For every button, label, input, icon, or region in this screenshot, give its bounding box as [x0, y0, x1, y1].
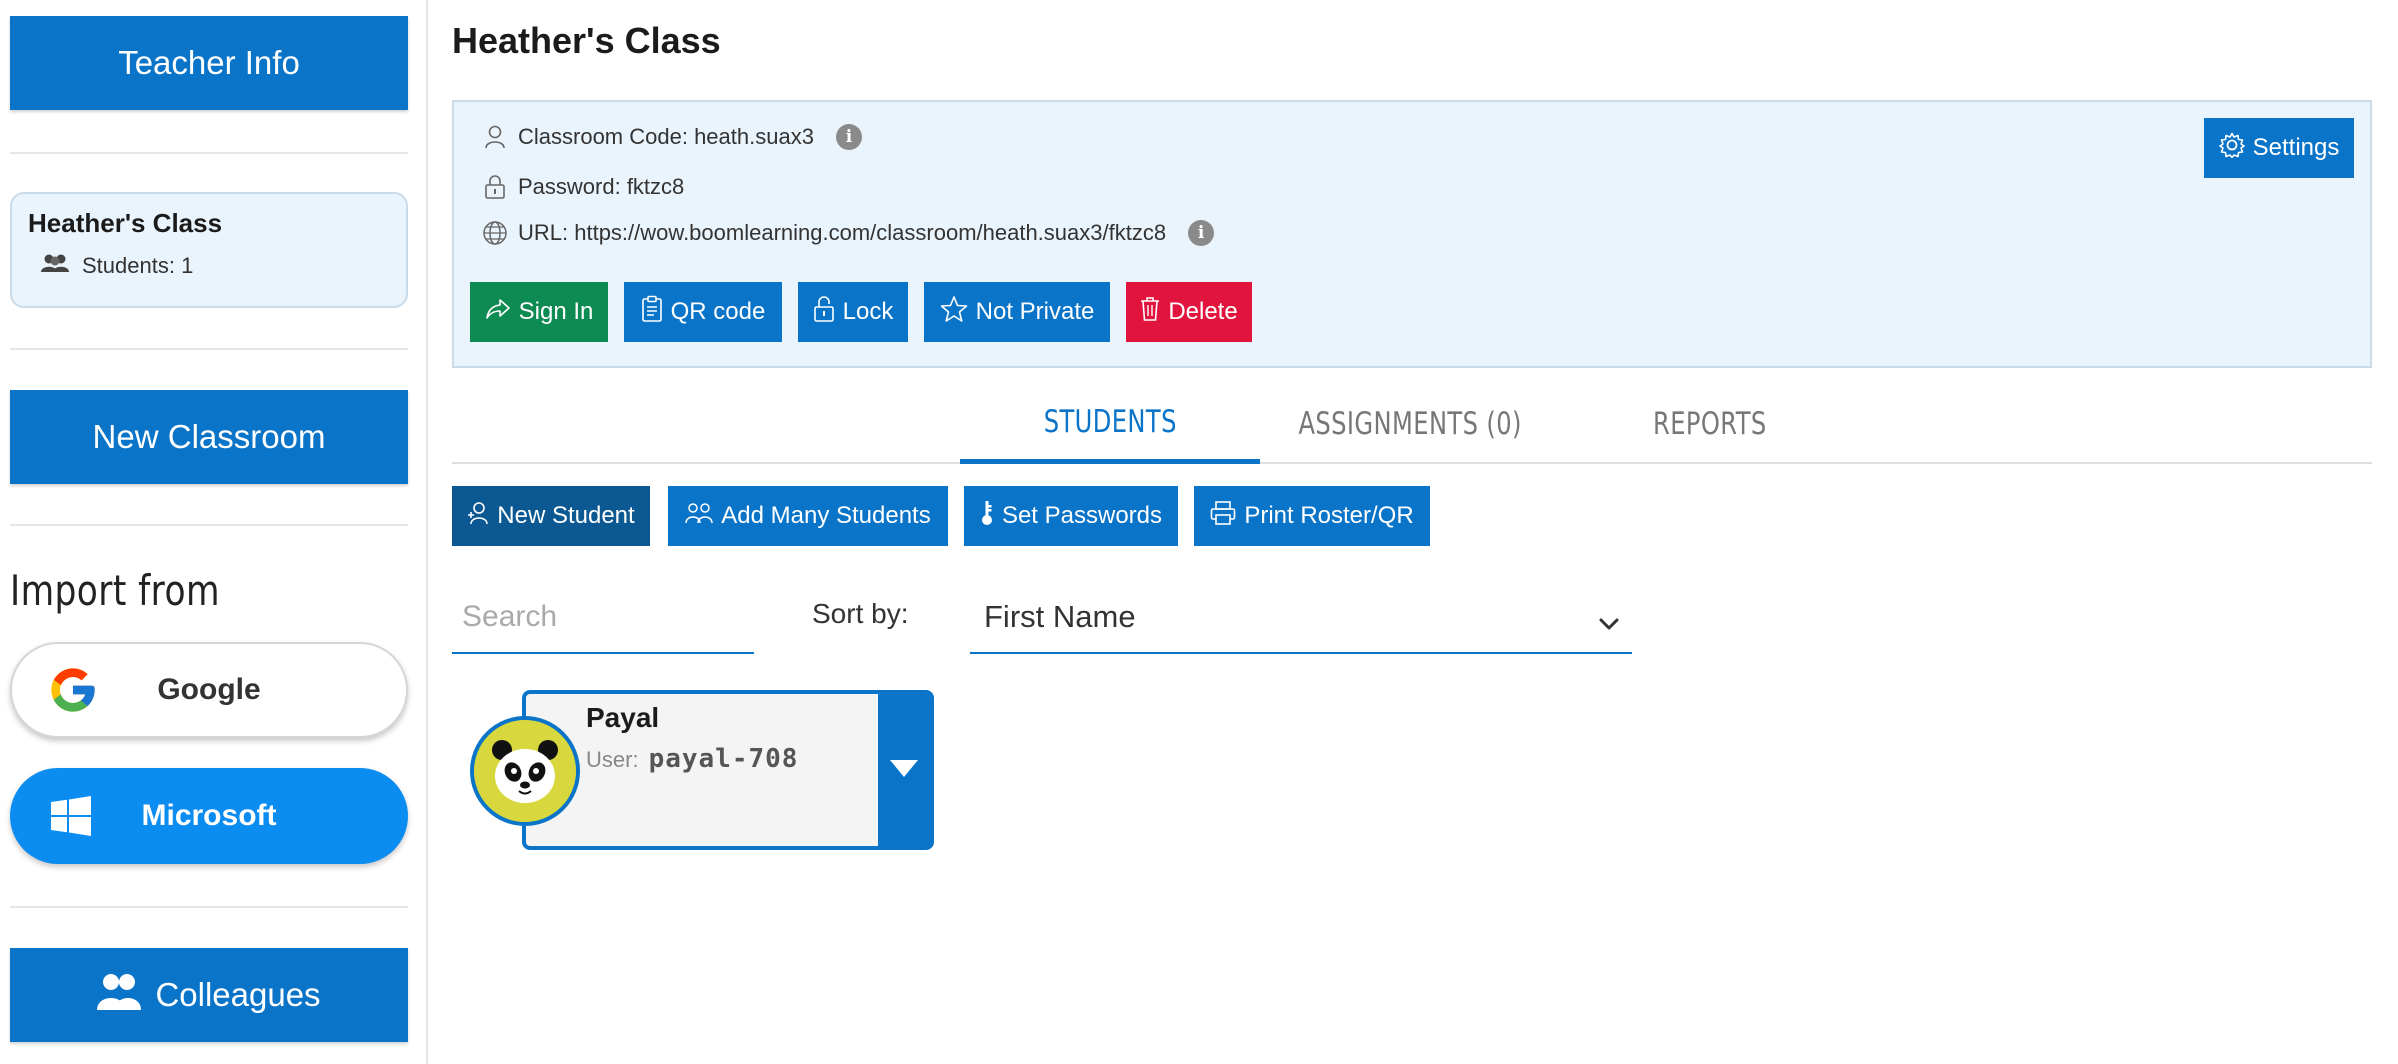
new-student-button[interactable]: New Student: [452, 486, 650, 546]
lock-label: Lock: [842, 298, 894, 325]
sign-in-label: Sign In: [518, 298, 594, 325]
qr-code-button[interactable]: QR code: [624, 282, 782, 342]
info-icon[interactable]: i: [1188, 220, 1215, 246]
tab-assignments-label: ASSIGNMENTS (0): [1298, 406, 1522, 442]
set-passwords-label: Set Passwords: [1001, 502, 1163, 529]
students-icon: [40, 253, 70, 279]
sort-by-label: Sort by:: [812, 598, 909, 629]
print-roster-label: Print Roster/QR: [1244, 502, 1414, 529]
page-title: Heather's Class: [452, 20, 721, 61]
student-menu-button[interactable]: [878, 694, 930, 846]
new-classroom-button[interactable]: New Classroom: [10, 390, 408, 484]
google-import-button[interactable]: Google: [10, 642, 408, 738]
users-icon: [685, 502, 714, 531]
classroom-card-title: Heather's Class: [28, 208, 223, 238]
tab-assignments[interactable]: ASSIGNMENTS (0): [1260, 384, 1560, 464]
panda-icon: [474, 720, 576, 822]
windows-icon: [44, 789, 98, 843]
lock-icon: [482, 174, 508, 200]
tab-students-label: STUDENTS: [1043, 403, 1177, 440]
new-student-label: New Student: [497, 502, 635, 529]
tab-bar: STUDENTS ASSIGNMENTS (0) REPORTS: [452, 384, 2372, 464]
teacher-info-button[interactable]: Teacher Info: [10, 16, 408, 110]
classroom-code: Classroom Code: heath.suax3: [518, 124, 814, 149]
password-row: Password: fktzc8: [482, 174, 684, 200]
student-username: payal-708: [648, 744, 799, 774]
not-private-label: Not Private: [975, 298, 1095, 325]
divider: [10, 524, 408, 526]
printer-icon: [1210, 500, 1236, 533]
url-row: URL: https://wow.boomlearning.com/classr…: [482, 220, 1215, 246]
not-private-button[interactable]: Not Private: [924, 282, 1110, 342]
settings-button[interactable]: Settings: [2204, 118, 2354, 178]
colleagues-icon: [97, 972, 142, 1018]
add-user-icon: [467, 501, 489, 532]
info-icon[interactable]: i: [835, 124, 862, 150]
share-icon: [485, 298, 511, 327]
classroom-password: Password: fktzc8: [518, 174, 685, 199]
colleagues-label: Colleagues: [155, 976, 321, 1013]
divider: [10, 348, 408, 350]
divider: [10, 906, 408, 908]
lock-button[interactable]: Lock: [798, 282, 908, 342]
sign-in-button[interactable]: Sign In: [470, 282, 608, 342]
tab-reports[interactable]: REPORTS: [1560, 384, 1860, 464]
sort-select[interactable]: First Name: [970, 582, 1632, 654]
trash-icon: [1140, 296, 1160, 329]
print-roster-button[interactable]: Print Roster/QR: [1194, 486, 1430, 546]
students-count: Students: 1: [82, 253, 194, 278]
classroom-info-panel: Classroom Code: heath.suax3 i Password: …: [452, 100, 2372, 368]
microsoft-import-button[interactable]: Microsoft: [10, 768, 408, 864]
student-name: Payal: [586, 702, 660, 733]
colleagues-button[interactable]: Colleagues: [10, 948, 408, 1042]
sidebar: Teacher Info Heather's Class Students: 1…: [0, 0, 428, 1064]
classroom-card[interactable]: Heather's Class Students: 1: [10, 192, 408, 308]
star-icon: [940, 295, 968, 330]
import-from-heading: Import from: [10, 566, 220, 615]
add-many-students-label: Add Many Students: [721, 502, 931, 529]
key-icon: [980, 499, 994, 534]
caret-down-icon: [889, 758, 919, 783]
set-passwords-button[interactable]: Set Passwords: [964, 486, 1178, 546]
delete-label: Delete: [1168, 298, 1238, 325]
user-icon: [482, 124, 508, 150]
divider: [10, 152, 408, 154]
student-card[interactable]: Payal User: payal-708: [522, 690, 934, 850]
google-icon: [46, 663, 100, 717]
student-username-row: User: payal-708: [586, 744, 798, 774]
classroom-card-students: Students: 1: [28, 253, 390, 279]
unlock-icon: [813, 295, 835, 330]
tab-students[interactable]: STUDENTS: [960, 384, 1260, 464]
chevron-down-icon: [1598, 604, 1620, 640]
student-user-label: User:: [586, 747, 639, 772]
classroom-url[interactable]: URL: https://wow.boomlearning.com/classr…: [518, 220, 1166, 246]
add-many-students-button[interactable]: Add Many Students: [668, 486, 948, 546]
search-input[interactable]: [452, 582, 754, 654]
qr-code-label: QR code: [670, 298, 766, 325]
gear-icon: [2218, 132, 2245, 165]
new-classroom-label: New Classroom: [92, 418, 326, 455]
globe-icon: [482, 220, 508, 246]
sort-selected-value: First Name: [984, 599, 1136, 634]
settings-label: Settings: [2252, 134, 2340, 161]
classroom-code-row: Classroom Code: heath.suax3 i: [482, 124, 862, 150]
student-avatar: [470, 716, 580, 826]
delete-button[interactable]: Delete: [1126, 282, 1252, 342]
tab-reports-label: REPORTS: [1653, 406, 1767, 442]
teacher-info-label: Teacher Info: [118, 44, 300, 81]
clipboard-icon: [641, 295, 663, 330]
